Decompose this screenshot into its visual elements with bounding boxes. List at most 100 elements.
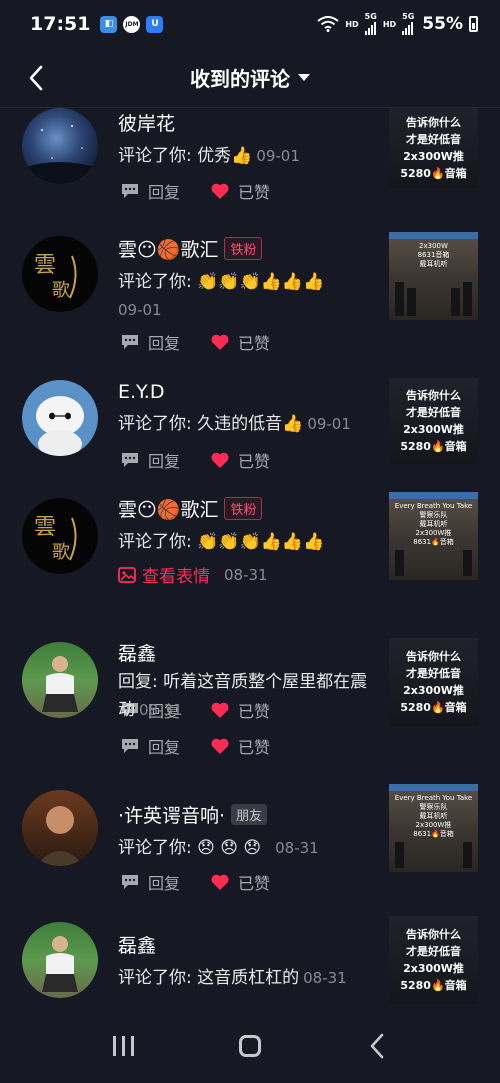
- thumb-line: 2x300W推: [403, 962, 464, 975]
- thumb-line: 2x300W推: [403, 150, 464, 163]
- view-sticker-link[interactable]: 查看表情 08-31: [118, 562, 268, 587]
- avatar[interactable]: [22, 922, 98, 998]
- back-button[interactable]: [18, 60, 54, 96]
- reply-button[interactable]: 回复: [120, 330, 180, 354]
- list-item[interactable]: ·许英谔音响· 朋友 评论了你: 😞 😞 😞 08-31 回复 已赞 Every …: [0, 784, 500, 904]
- comment-body: 评论了你:: [118, 838, 198, 858]
- comment-bubble-icon: [122, 335, 138, 349]
- battery-percent: 55%: [422, 14, 463, 34]
- list-item[interactable]: 雲歌 雲😶🏀歌汇 铁粉 评论了你: 👏👏👏👍👍👍 09-01 回复 已赞 2x30…: [0, 232, 500, 372]
- commenter-name[interactable]: 雲😶🏀歌汇: [118, 235, 218, 262]
- thumb-line: 警察乐队: [419, 511, 448, 519]
- avatar[interactable]: [22, 108, 98, 184]
- list-item[interactable]: E.Y.D 评论了你: 久违的低音👍 09-01 回复 已赞 告诉你什么 才是好低…: [0, 376, 500, 496]
- comment-date: 09-01: [307, 415, 351, 433]
- home-icon: [238, 1034, 261, 1057]
- thumb-line: 警察乐队: [419, 803, 448, 811]
- heart-icon: [211, 183, 229, 199]
- commenter-name[interactable]: 磊鑫: [118, 931, 156, 958]
- reply-button[interactable]: 回复: [120, 448, 180, 472]
- status-bar: 17:51 ◧ JDM U HD 5G HD 5G 55%: [0, 0, 500, 48]
- comment-emoji: 👍: [282, 414, 304, 434]
- list-item[interactable]: 磊鑫 回复: 听着这音质整个屋里都在震动 08-31 回复 已赞 告诉你什么 才是…: [0, 638, 500, 778]
- heart-icon: [211, 334, 229, 350]
- thumb-line: 5280🔥音箱: [400, 440, 467, 453]
- status-indicators: HD 5G HD 5G 55%: [317, 13, 478, 35]
- title-dropdown[interactable]: 收到的评论: [190, 63, 310, 92]
- chevron-left-icon: [29, 65, 43, 91]
- comment-emoji: 👏👏👏👍👍👍: [197, 272, 325, 292]
- comment-emoji: 👍: [231, 146, 253, 166]
- reply-label: 回复: [148, 183, 181, 202]
- video-thumbnail[interactable]: 告诉你什么 才是好低音 2x300W推 5280🔥音箱: [389, 378, 478, 464]
- commenter-name[interactable]: 磊鑫: [118, 639, 156, 666]
- comment-text: 评论了你: 这音质杠杠的 08-31: [118, 964, 380, 992]
- avatar[interactable]: 雲歌: [22, 236, 98, 312]
- like-button[interactable]: 已赞: [210, 179, 270, 203]
- video-thumbnail[interactable]: 告诉你什么 才是好低音 2x300W推 5280🔥音箱: [389, 638, 478, 726]
- heart-icon: [211, 452, 229, 468]
- thumb-line: 5280🔥音箱: [400, 701, 467, 714]
- fan-badge: 铁粉: [224, 236, 263, 260]
- thumb-line: 戴耳机听: [419, 812, 448, 820]
- avatar[interactable]: [22, 642, 98, 718]
- thumb-line: 才是好低音: [406, 945, 461, 958]
- like-button[interactable]: 已赞: [210, 734, 270, 758]
- video-thumbnail[interactable]: Every Breath You Take 警察乐队 戴耳机听 2x300W推 8631…: [389, 784, 478, 872]
- reply-label: 回复: [148, 738, 181, 757]
- status-app-icons: ◧ JDM U: [100, 15, 164, 33]
- comment-text: 评论了你: 👏👏👏👍👍👍 09-01: [118, 268, 380, 324]
- thumb-line: 8631音箱: [417, 251, 450, 259]
- commenter-name[interactable]: ·许英谔音响·: [118, 801, 225, 828]
- video-thumbnail[interactable]: 告诉你什么 才是好低音 2x300W推 5280🔥音箱: [389, 916, 478, 1004]
- reply-button[interactable]: 回复: [120, 734, 180, 758]
- jdm-app-icon: JDM: [123, 15, 141, 33]
- hd-label-2: HD: [382, 19, 397, 29]
- back-arrow-icon: [370, 1033, 383, 1058]
- commenter-name[interactable]: 雲😶🏀歌汇: [118, 495, 218, 522]
- comment-date: 09-01: [118, 301, 162, 319]
- comment-body: 评论了你: 优秀: [118, 146, 232, 166]
- 5g-label-1: 5G: [364, 12, 377, 21]
- svg-text:雲: 雲: [34, 515, 56, 540]
- signal-icon-2: [402, 21, 414, 35]
- video-thumbnail[interactable]: 2x300W 8631音箱 戴耳机听: [389, 232, 478, 320]
- reply-button[interactable]: 回复: [120, 870, 180, 894]
- like-button[interactable]: 已赞: [210, 870, 270, 894]
- like-label: 已赞: [238, 183, 271, 202]
- wifi-icon: [317, 16, 339, 32]
- commenter-name[interactable]: E.Y.D: [118, 381, 164, 403]
- system-back-button[interactable]: [357, 1026, 397, 1066]
- comment-bubble-icon: [122, 184, 138, 198]
- svg-text:歌: 歌: [52, 280, 70, 301]
- thumb-line: 戴耳机听: [419, 520, 448, 528]
- home-button[interactable]: [230, 1026, 270, 1066]
- comment-body: 评论了你:: [118, 532, 198, 552]
- page-title: 收到的评论: [190, 67, 290, 91]
- recent-apps-button[interactable]: [103, 1026, 143, 1066]
- comment-bubble-icon: [122, 739, 138, 753]
- avatar[interactable]: 雲歌: [22, 498, 98, 574]
- avatar[interactable]: [22, 380, 98, 456]
- video-thumbnail[interactable]: Every Breath You Take 警察乐队 戴耳机听 2x300W推 8631…: [389, 492, 478, 580]
- video-thumbnail[interactable]: 告诉你什么 才是好低音 2x300W推 5280🔥音箱: [389, 108, 478, 188]
- battery-icon: [469, 16, 478, 32]
- comment-body: 评论了你: 这音质杠杠的: [118, 968, 300, 988]
- comment-list[interactable]: 彼岸花 评论了你: 优秀👍 09-01 回复 已赞 告诉你什么 才是好低音 2x3…: [0, 108, 500, 1008]
- list-item[interactable]: 彼岸花 评论了你: 优秀👍 09-01 回复 已赞 告诉你什么 才是好低音 2x3…: [0, 108, 500, 220]
- like-button[interactable]: 已赞: [210, 330, 270, 354]
- like-button[interactable]: 已赞: [210, 448, 270, 472]
- thumb-line: 才是好低音: [406, 133, 461, 146]
- reply-button[interactable]: 回复: [120, 179, 180, 203]
- svg-text:雲: 雲: [34, 253, 56, 278]
- commenter-name[interactable]: 彼岸花: [118, 109, 175, 136]
- recent-apps-icon: [112, 1035, 134, 1056]
- thumb-line: 5280🔥音箱: [400, 167, 467, 180]
- list-item[interactable]: 磊鑫 评论了你: 这音质杠杠的08-31 回复 已赞 告诉你什么 才是好低音 2…: [0, 916, 500, 1008]
- 5g-label-2: 5G: [402, 12, 415, 21]
- avatar[interactable]: [22, 790, 98, 866]
- comment-date: 08-31: [303, 969, 347, 987]
- heart-icon: [211, 874, 229, 890]
- comment-emoji: 👏👏👏👍👍👍: [197, 532, 325, 552]
- reply-label: 回复: [148, 452, 181, 471]
